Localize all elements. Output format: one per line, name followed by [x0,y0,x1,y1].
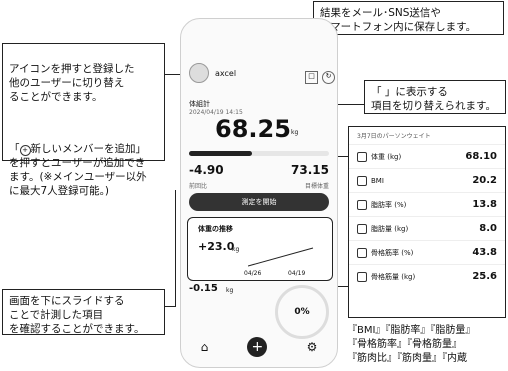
metric-row[interactable]: 脂肪率 (%) 13.8 [349,192,505,216]
main-weight-unit: kg [291,129,299,136]
metrics-panel: 3月7日のパーソンウェイト 体重 (kg) 68.10 BMI 20.2 脂肪率… [348,126,506,318]
metrics-list-callout: 『BMI』『脂肪率』『脂肪量』 『骨格筋率』『骨格筋量』 『筋肉比』『筋肉量』『… [347,320,506,371]
target-value: 73.15 [291,163,329,177]
body-icon [357,151,367,162]
bmi-icon [357,175,367,186]
connector-line [338,156,348,157]
user-name: axcel [215,68,237,78]
diff-value: -4.90 [189,163,224,177]
connector-line [175,190,176,307]
metric-row[interactable]: 骨格筋量 (kg) 25.6 [349,264,505,288]
metric-row[interactable]: 脂肪量 (kg) 8.0 [349,216,505,240]
sub-unit: kg [226,287,234,294]
trend-value: +23.0 [198,240,235,253]
sub-value: -0.15 [189,283,218,294]
metric-label: 骨格筋率 (%) [357,247,413,258]
diff-label: 前回比 [189,183,208,190]
plus-circle-icon: + [19,144,31,156]
trend-x2: 04/19 [288,270,306,277]
trend-unit: kg [232,246,240,253]
trend-title: 体重の推移 [198,225,233,233]
fat-icon [357,199,367,210]
metric-value: 20.2 [472,175,497,186]
percent-gauge: 0% [275,285,329,339]
metric-value: 8.0 [479,223,497,234]
display-item-callout: 「 」に表示する 項目を切り替えられます。 [364,80,506,114]
weight-progress-fill [189,151,252,156]
metric-label: 脂肪率 (%) [357,199,406,210]
add-member-text: 「+ 新しいメンバーを追加」 を押すとユーザーが追加でき ます。(※メインユーザー… [9,143,147,197]
start-measure-button[interactable]: 測定を開始 [189,193,329,211]
date-section: 体組計 2024/04/19 14:15 [189,99,243,116]
avatar[interactable] [189,63,209,83]
trend-chart [248,247,314,267]
date-label: 体組計 [189,100,210,108]
weight-progress-bar [189,151,329,156]
user-header[interactable]: axcel [189,63,236,83]
metric-label: 体重 (kg) [357,151,401,162]
trend-card[interactable]: 体重の推移 +23.0 kg 04/26 04/19 [187,217,333,281]
scroll-callout: 画面を下にスライドする ことで計測した項目 を確認することができます。 [2,289,165,335]
muscle-icon [357,247,367,258]
metric-value: 68.10 [465,151,497,162]
target-label: 目標体重 [304,183,329,190]
main-weight-value: 68.25 [215,115,291,143]
user-switch-callout: アイコンを押すと登録した 他のユーザーに切り替え ることができます。 「+ 新しい… [2,43,165,197]
connector-line [165,74,180,75]
add-icon[interactable]: + [247,337,268,357]
share-icon[interactable]: □ [305,71,318,84]
trend-x1: 04/26 [244,270,262,277]
metric-label: BMI [357,175,384,186]
home-icon[interactable]: ⌂ [201,340,209,354]
switch-user-text: アイコンを押すと登録した 他のユーザーに切り替え ることができます。 [9,63,135,103]
save-share-callout: 結果をメール･SNS送信や スマートフォン内に保存します。 [313,1,504,35]
metric-row[interactable]: 骨格筋率 (%) 43.8 [349,240,505,264]
refresh-icon[interactable]: ↻ [322,71,335,84]
connector-line [336,104,364,105]
fat-mass-icon [357,223,367,234]
metric-value: 13.8 [472,199,497,210]
metric-label: 骨格筋量 (kg) [357,271,415,282]
connector-line [338,286,348,287]
metric-row[interactable]: BMI 20.2 [349,168,505,192]
metric-value: 43.8 [472,247,497,258]
muscle-mass-icon [357,271,367,282]
metric-label: 脂肪量 (kg) [357,223,408,234]
metric-row[interactable]: 体重 (kg) 68.10 [349,144,505,168]
bottom-nav: ⌂ + ⚙ [181,337,337,357]
phone-screen: axcel □ ↻ 体組計 2024/04/19 14:15 68.25 kg … [180,18,338,368]
connector-line [165,306,175,307]
metric-value: 25.6 [472,271,497,282]
settings-icon[interactable]: ⚙ [307,340,318,354]
panel-header: 3月7日のパーソンウェイト [357,133,431,140]
